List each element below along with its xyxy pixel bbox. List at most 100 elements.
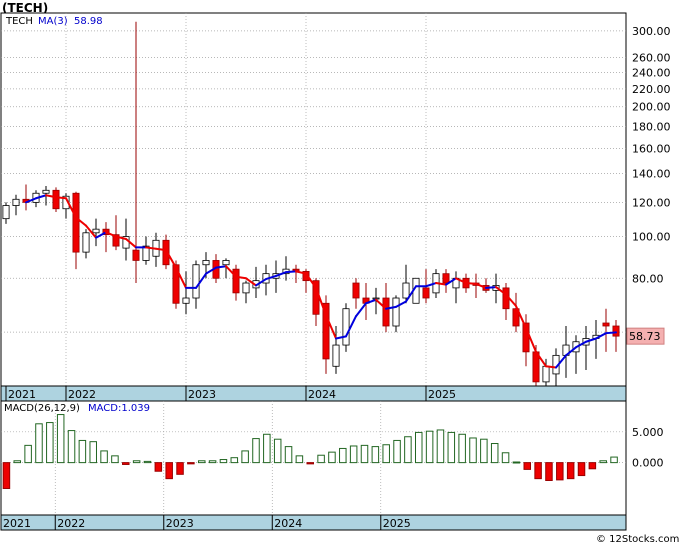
macd-bar (556, 462, 564, 481)
macd-bar (458, 433, 466, 464)
ma-segment (485, 286, 497, 289)
candle-body (232, 268, 240, 294)
price-y-tick-label: 100.00 (632, 231, 671, 244)
macd-x-tick-label: 2024 (274, 517, 302, 530)
macd-bar (284, 446, 293, 464)
legend-ma-value: 58.98 (74, 16, 103, 27)
legend-ticker: TECH (5, 16, 33, 27)
macd-bar (165, 462, 173, 480)
candle-body (92, 228, 100, 234)
ma-segment (465, 282, 477, 285)
macd-bar (230, 457, 239, 464)
price-y-tick-labels: 60.0080.00100.00120.00140.00160.00180.00… (632, 25, 671, 339)
macd-bar (523, 462, 532, 470)
macd-bar (588, 462, 597, 470)
macd-bar (67, 430, 76, 464)
candle-body (242, 282, 250, 294)
macd-bar (252, 438, 260, 464)
price-y-tick-label: 180.00 (632, 120, 671, 133)
price-y-tick-label: 240.00 (632, 67, 671, 80)
macd-legend-value: MACD:1.039 (88, 403, 150, 414)
candle-body (332, 344, 340, 367)
macd-bar (132, 460, 141, 464)
ma-segment (55, 196, 67, 200)
candle-body (2, 205, 10, 220)
macd-bar (501, 452, 510, 464)
ma-segment (285, 270, 297, 274)
macd-y-tick-label: 0.000 (632, 457, 664, 470)
price-x-tick-label: 2021 (8, 388, 36, 401)
macd-bar (46, 422, 54, 464)
macd-bar (78, 439, 87, 464)
candle-body (82, 232, 90, 253)
macd-bar (241, 450, 249, 464)
macd-bar (425, 430, 434, 464)
macd-x-axis-band (0, 514, 627, 531)
price-y-tick-label: 200.00 (632, 101, 671, 114)
macd-bar (56, 414, 65, 464)
macd-x-tick-label: 2021 (3, 517, 31, 530)
macd-x-tick-label: 2023 (166, 517, 194, 530)
macd-bar (339, 447, 347, 464)
macd-bar (328, 451, 336, 464)
macd-bar (306, 462, 315, 465)
macd-bar (317, 454, 325, 464)
macd-y-tick-labels: 0.000 5.000 (632, 426, 664, 470)
macd-bar (89, 441, 97, 464)
macd-bar (436, 429, 445, 464)
price-y-tick-label: 300.00 (632, 25, 671, 38)
candle-body (182, 297, 190, 304)
macd-bar (24, 444, 32, 464)
candle-body (352, 282, 360, 299)
candle-body (132, 249, 140, 261)
macd-bar (577, 462, 586, 477)
price-y-tick-label: 160.00 (632, 143, 671, 156)
macd-bar (566, 462, 575, 480)
macd-bar (393, 439, 401, 464)
macd-bar (469, 437, 477, 464)
candle-body (12, 198, 20, 206)
macd-bar (273, 438, 282, 464)
macd-panel: 0.000 5.000 2021 2022 2023 2024 2025 MACD(26,… (0, 400, 664, 531)
price-y-tick-label: 140.00 (632, 168, 671, 181)
macd-bar (404, 436, 412, 464)
ma-segment (545, 365, 557, 369)
ma-segment (155, 247, 167, 252)
candle-body (392, 297, 400, 327)
macd-bar (349, 445, 358, 464)
price-x-tick-label: 2025 (428, 388, 456, 401)
macd-bar (208, 460, 217, 464)
macd-bar (111, 455, 119, 464)
candle-body (612, 325, 620, 337)
price-y-tick-label: 220.00 (632, 83, 671, 96)
price-x-tick-label: 2024 (308, 388, 336, 401)
macd-bar (382, 444, 390, 464)
last-price-value: 58.73 (629, 330, 661, 343)
price-x-tick-label: 2023 (188, 388, 216, 401)
macd-bar (35, 423, 43, 464)
macd-legend-label: MACD(26,12,9) (4, 403, 80, 414)
macd-bar (2, 462, 11, 490)
macd-bar (122, 462, 130, 465)
candle-body (382, 297, 390, 327)
candle-body (422, 287, 430, 299)
legend-ma-label: MA(3) (38, 16, 68, 27)
macd-bar (154, 462, 163, 472)
macd-bar (534, 462, 542, 480)
macd-bar (187, 462, 195, 465)
macd-bar (490, 443, 499, 464)
watermark: © 12Stocks.com (596, 534, 679, 545)
candle-body (342, 308, 350, 346)
macd-bar (610, 456, 618, 464)
macd-bar (512, 461, 521, 464)
candle-body (72, 192, 80, 253)
macd-bar (263, 433, 271, 464)
macd-bar (599, 460, 607, 464)
macd-bar (447, 431, 456, 464)
price-x-tick-label: 2022 (68, 388, 96, 401)
price-y-tick-label: 80.00 (632, 272, 664, 285)
candle-body (542, 365, 550, 383)
macd-bar (371, 446, 380, 464)
price-y-tick-label: 260.00 (632, 52, 671, 65)
candle-body (202, 260, 210, 266)
